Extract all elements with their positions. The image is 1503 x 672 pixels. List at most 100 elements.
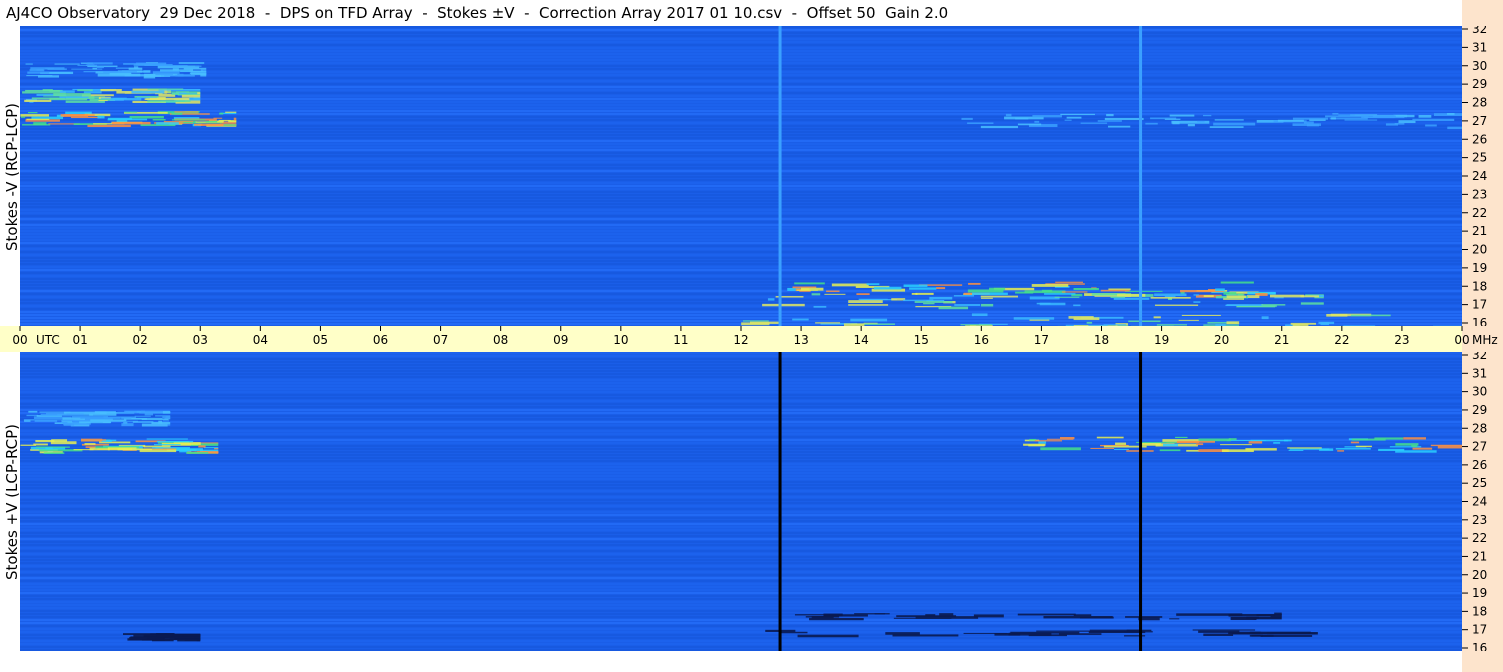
activity-band-segment [873,286,902,290]
noise-stripe [20,143,1462,145]
spectrogram-top-svg [20,26,1462,326]
activity-band-segment [767,298,775,301]
noise-stripe [20,574,1462,576]
activity-band-segment [1115,442,1127,446]
activity-band-segment [203,447,219,449]
activity-band-segment [71,68,103,70]
activity-band-segment [73,449,94,451]
activity-band-segment [128,67,143,70]
noise-stripe [20,556,1462,558]
noise-stripe [20,442,1462,444]
noise-stripe [20,610,1462,612]
activity-band-segment [1017,123,1042,126]
activity-band-segment [1361,115,1395,119]
noise-stripe [20,302,1462,304]
noise-stripe [20,38,1462,40]
activity-band-segment [1175,436,1188,439]
freq-tick-label: 24 [1472,495,1487,509]
activity-band-segment [1220,281,1254,284]
noise-stripe [20,424,1462,426]
activity-band-segment [152,119,166,121]
noise-stripe [20,412,1462,414]
frequency-axis-bottom: 16 17 18 19 20 21 22 23 24 25 26 27 28 29 30 31 32 [1462,352,1487,651]
noise-stripe [20,460,1462,462]
activity-band-segment [36,446,70,448]
activity-band-segment [63,423,75,426]
activity-band-segment [233,117,237,121]
activity-band-segment [1274,297,1284,299]
activity-band-segment [1319,448,1334,451]
activity-band-segment [1064,119,1072,121]
time-tick-label: 14 [854,333,869,347]
activity-band-segment [219,112,224,115]
dark-band-segment [794,614,830,616]
noise-stripe [20,263,1462,265]
dark-band-segment [939,613,954,616]
noise-stripe [20,400,1462,402]
time-tick-label: 13 [793,333,808,347]
freq-tick-label: 22 [1472,531,1487,545]
noise-stripe [20,152,1462,154]
activity-band-segment [1318,321,1335,325]
noise-stripe [20,490,1462,492]
dark-band-segment [1036,630,1090,632]
activity-band-segment [223,124,237,126]
dark-band-segment [129,636,164,640]
activity-band-segment [923,303,935,305]
time-tick-label: 08 [493,333,508,347]
activity-band-segment [1015,117,1029,120]
activity-band-segment [20,116,26,118]
noise-stripe [20,101,1462,103]
noise-stripe [20,284,1462,286]
activity-band-segment [1250,439,1289,442]
activity-band-segment [87,62,113,65]
activity-band-segment [1164,295,1176,298]
activity-band-segment [1176,440,1215,443]
spectrogram-bottom [20,352,1462,651]
noise-stripe [20,382,1462,384]
time-tick-label: 16 [974,333,989,347]
activity-band-segment [915,292,934,295]
noise-stripe [20,511,1462,513]
chart-title: AJ4CO Observatory 29 Dec 2018 - DPS on T… [6,4,949,22]
noise-stripe [20,179,1462,181]
activity-band-segment [1181,314,1221,316]
time-tick-label: 11 [673,333,688,347]
noise-stripe [20,68,1462,70]
activity-band-segment [1203,295,1214,297]
noise-stripe [20,640,1462,642]
freq-tick-label: 27 [1472,114,1487,128]
activity-band-segment [167,91,189,93]
noise-stripe [20,478,1462,480]
noise-stripe [20,649,1462,651]
activity-band-segment [1215,288,1225,292]
time-tick-label: 21 [1274,333,1289,347]
dark-band-segment [885,632,920,635]
noise-stripe [20,245,1462,247]
activity-band-segment [1073,288,1099,291]
noise-stripe [20,433,1462,435]
time-tick-label: 19 [1154,333,1169,347]
activity-band-segment [28,111,38,114]
activity-band-segment [972,292,1008,295]
activity-band-segment [1331,117,1336,120]
noise-stripe [20,254,1462,256]
activity-band-segment [1178,319,1199,321]
noise-stripe [20,155,1462,157]
activity-band-segment [1226,321,1240,325]
noise-stripe [20,113,1462,115]
activity-band-segment [162,411,171,414]
activity-band-segment [1032,115,1062,118]
freq-tick-label: 19 [1472,586,1487,600]
activity-band-segment [796,289,818,291]
activity-band-segment [25,89,63,92]
noise-stripe [20,77,1462,79]
activity-band-segment [96,66,104,69]
noise-stripe [20,242,1462,244]
noise-stripe [20,299,1462,301]
noise-stripe [20,158,1462,160]
activity-band-segment [1411,445,1418,447]
freq-tick-label: 16 [1472,641,1487,651]
noise-stripe [20,203,1462,205]
activity-band-segment [1226,304,1263,306]
